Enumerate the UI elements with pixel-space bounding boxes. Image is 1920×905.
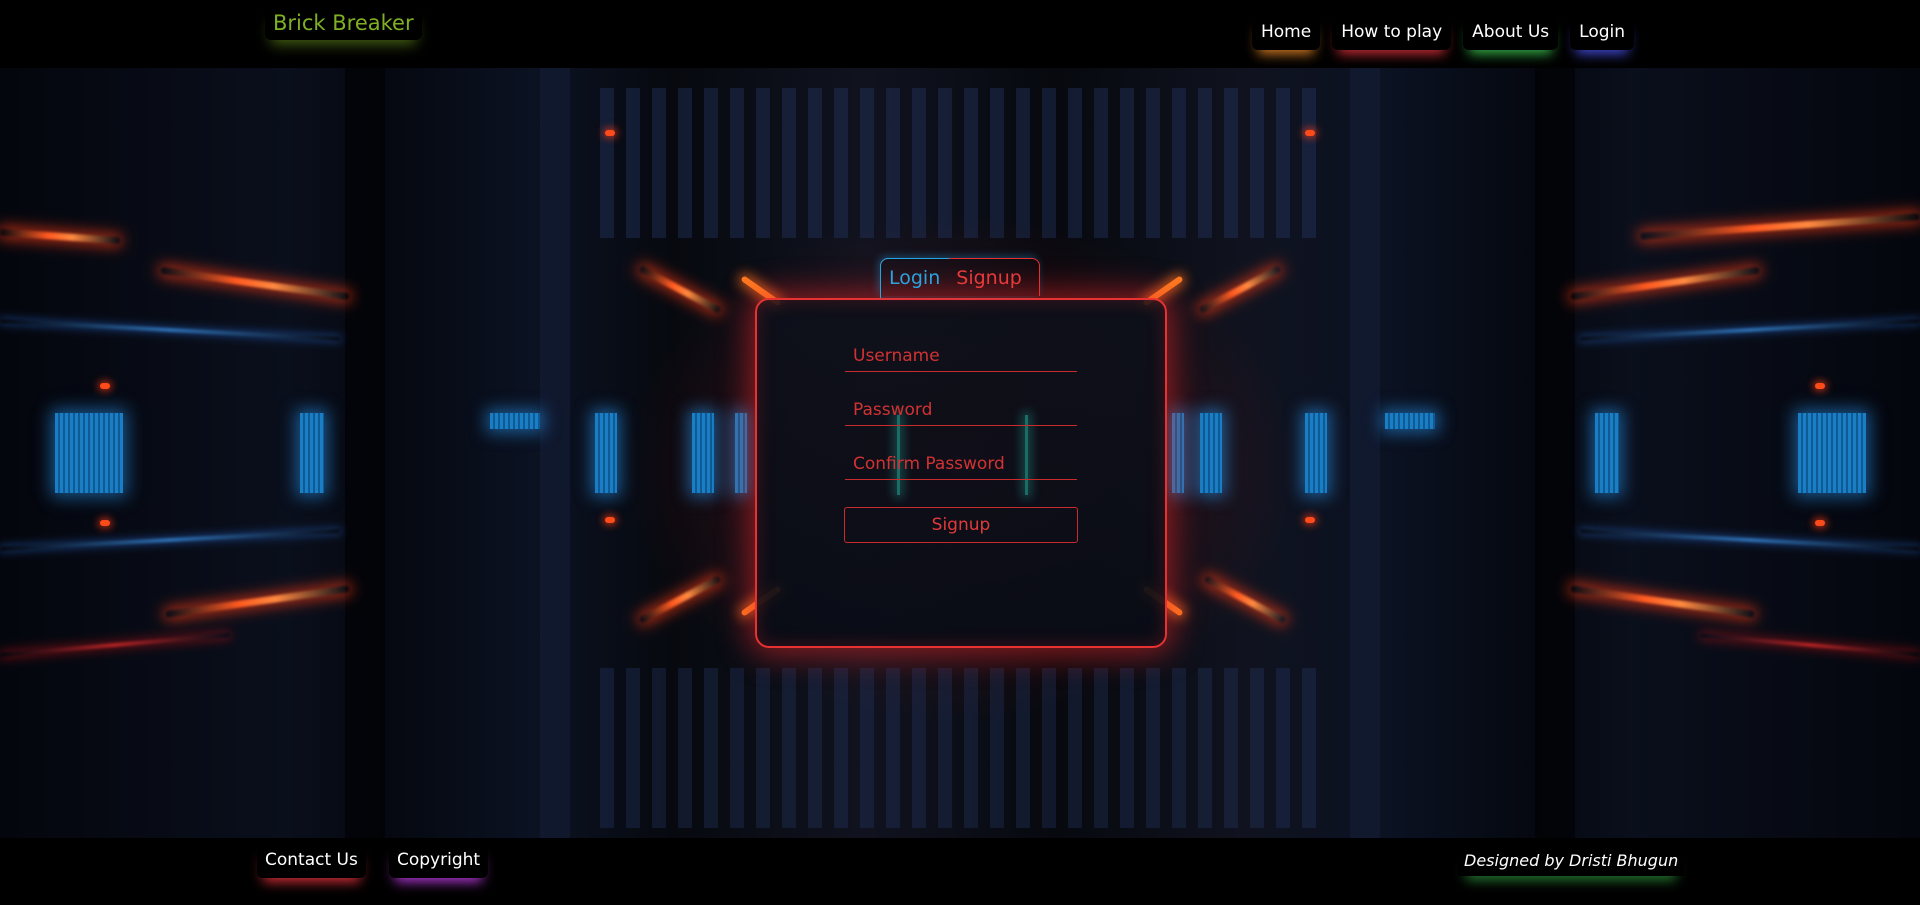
light-streak (1570, 585, 1755, 618)
corridor-pillar (1535, 68, 1575, 838)
light-streak (0, 319, 340, 341)
blue-light-panel (692, 413, 714, 493)
red-indicator-light (100, 520, 110, 526)
password-field (845, 394, 1077, 426)
blue-light-panel (1200, 413, 1222, 493)
nav-how-to-play[interactable]: How to play (1332, 14, 1451, 50)
light-streak (1198, 265, 1282, 314)
blue-light-panel (735, 413, 747, 493)
light-streak (1640, 213, 1920, 240)
blue-light-panel (1385, 413, 1435, 429)
light-streak (638, 265, 722, 314)
signup-form-card: Signup (755, 298, 1167, 648)
red-indicator-light (605, 130, 615, 136)
light-streak (160, 266, 350, 301)
username-field (845, 340, 1077, 372)
red-indicator-light (1815, 383, 1825, 389)
site-footer: Contact Us Copyright Designed by Dristi … (0, 838, 1920, 905)
designer-credit: Designed by Dristi Bhugun (1458, 846, 1684, 876)
site-header: Brick Breaker Home How to play About Us … (0, 0, 1920, 68)
confirm-password-input[interactable] (845, 448, 1077, 479)
site-logo[interactable]: Brick Breaker (265, 6, 422, 40)
footer-contact-us[interactable]: Contact Us (257, 842, 366, 878)
nav-login[interactable]: Login (1570, 14, 1634, 50)
light-streak (1203, 575, 1287, 624)
tab-login[interactable]: Login (889, 267, 940, 289)
light-streak (1580, 529, 1920, 551)
blue-light-panel (1305, 413, 1327, 493)
corridor-pillar (345, 68, 385, 838)
light-streak (165, 585, 350, 618)
corridor-pillar (540, 68, 570, 838)
password-input[interactable] (845, 394, 1077, 425)
light-streak (0, 632, 230, 658)
nav-about-us[interactable]: About Us (1463, 14, 1558, 50)
red-indicator-light (1305, 517, 1315, 523)
auth-tabs: Login Signup (879, 257, 1040, 298)
light-streak (1580, 319, 1920, 341)
main-nav: Home How to play About Us Login (1252, 14, 1634, 50)
light-streak (0, 228, 121, 245)
corridor-pillar (1350, 68, 1380, 838)
light-streak (0, 529, 340, 551)
signup-button[interactable]: Signup (844, 507, 1078, 543)
red-indicator-light (1305, 130, 1315, 136)
light-streak (1700, 633, 1920, 657)
blue-light-panel (595, 413, 617, 493)
footer-copyright[interactable]: Copyright (389, 842, 488, 878)
blue-light-panel (300, 413, 324, 493)
username-input[interactable] (845, 340, 1077, 371)
blue-light-panel (490, 413, 540, 429)
nav-home[interactable]: Home (1252, 14, 1320, 50)
blue-light-panel (1595, 413, 1619, 493)
ceiling-tiles (600, 88, 1320, 238)
light-streak (638, 575, 722, 624)
red-indicator-light (1815, 520, 1825, 526)
red-indicator-light (605, 517, 615, 523)
red-indicator-light (100, 383, 110, 389)
tab-signup[interactable]: Signup (956, 267, 1022, 289)
blue-light-panel (1798, 413, 1866, 493)
blue-light-panel (1172, 413, 1184, 493)
light-streak (1570, 266, 1760, 301)
floor-tiles (600, 668, 1320, 828)
confirm-password-field (845, 448, 1077, 480)
blue-light-panel (55, 413, 123, 493)
